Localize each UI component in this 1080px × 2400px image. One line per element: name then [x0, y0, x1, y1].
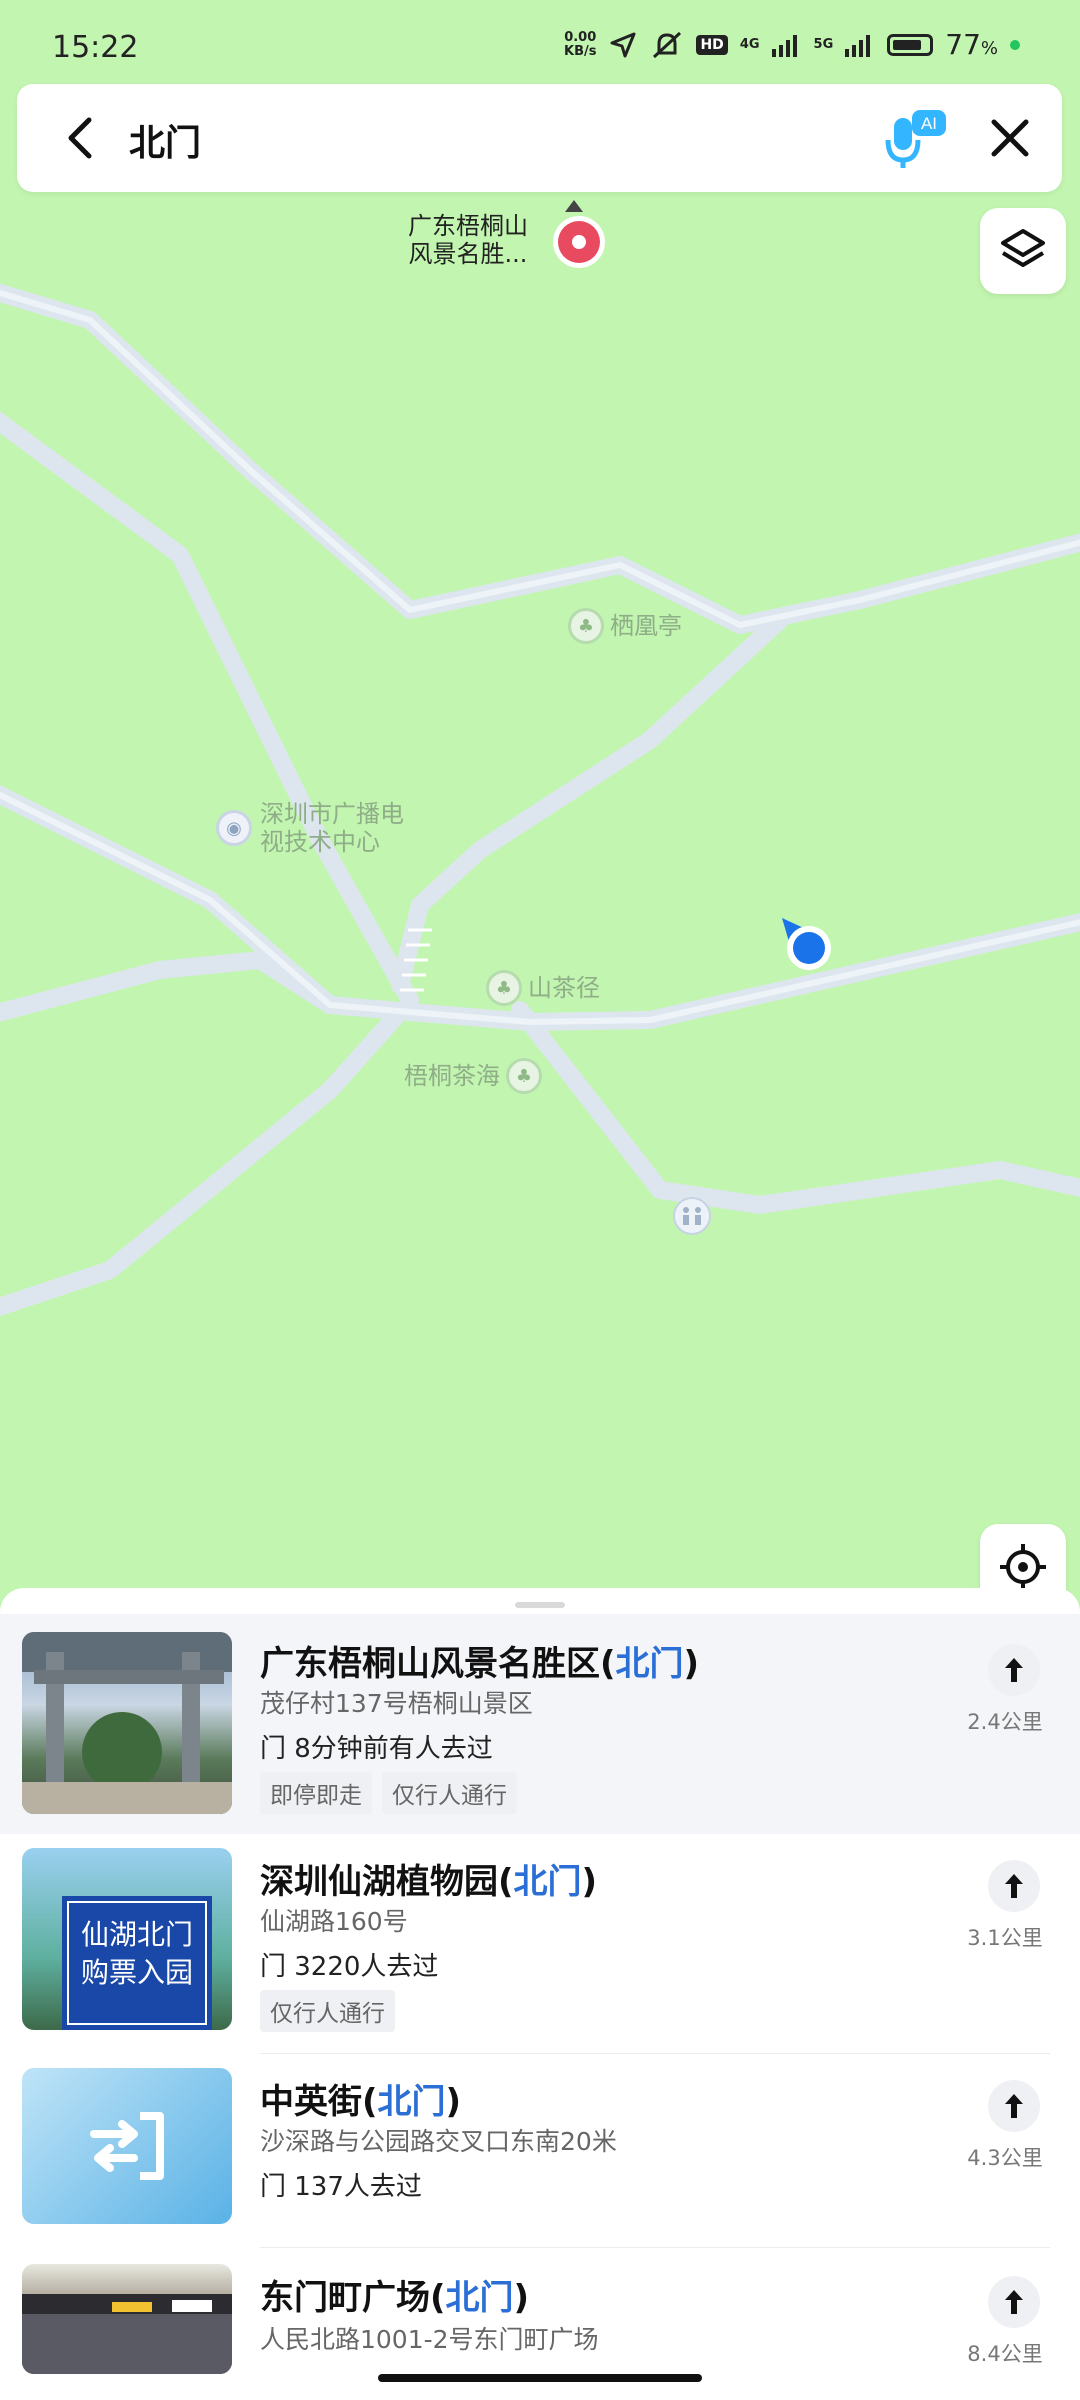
result-distance: 2.4公里: [967, 1710, 1043, 1734]
result-visit-info: 门 137人去过: [260, 2172, 422, 2202]
result-visit-info: 门 8分钟前有人去过: [260, 1734, 493, 1764]
charging-dot: [1010, 39, 1020, 50]
network-type-2: 5G: [813, 37, 834, 52]
result-address: 人民北路1001-2号东门町广场: [260, 2325, 599, 2354]
poi-qi-huang-ting-label: 栖凰亭: [610, 612, 682, 640]
destination-marker: [553, 200, 605, 268]
mall-photo: [22, 2294, 232, 2374]
result-thumbnail: 仙湖北门 购票入园: [22, 1848, 232, 2030]
status-bar: 15:22 0.00 KB/s HD 4G 5G 77%: [0, 0, 1080, 80]
poi-shan-cha-jing-label: 山茶径: [528, 974, 600, 1002]
poi-broadcast-center-label: 深圳市广播电 视技术中心: [260, 800, 404, 856]
route-arrow-icon: [1005, 2094, 1023, 2118]
restroom-icon: [673, 1197, 711, 1235]
result-item[interactable]: 仙湖北门 购票入园 深圳仙湖植物园(北门) 仙湖路160号 门 3220人去过 …: [0, 1834, 1080, 2054]
result-distance: 3.1公里: [967, 1926, 1043, 1950]
result-tag: 仅行人通行: [260, 1990, 395, 2032]
battery-icon: [887, 33, 934, 56]
battery-percent: 77%: [945, 28, 998, 61]
navigate-button[interactable]: [988, 2080, 1040, 2132]
poi-broadcast-center[interactable]: ◉ 深圳市广播电 视技术中心: [216, 800, 404, 856]
map-roads: [0, 200, 1080, 1317]
bell-muted-icon: [653, 31, 682, 58]
sheet-drag-handle[interactable]: [515, 1602, 565, 1608]
result-tag: 即停即走: [260, 1772, 372, 1814]
navigate-button[interactable]: [988, 1644, 1040, 1696]
tree-icon: ♣: [506, 1058, 542, 1094]
result-tags: 即停即走 仅行人通行: [260, 1772, 517, 1814]
poi-scenic-area[interactable]: 广东梧桐山 风景名胜...: [408, 212, 528, 268]
microphone-icon: AI: [885, 110, 946, 168]
poi-wu-tong-cha-hai-label: 梧桐茶海: [404, 1062, 500, 1090]
hd-badge: HD: [696, 34, 728, 55]
search-bar[interactable]: 北门 AI: [17, 84, 1062, 192]
result-distance: 8.4公里: [967, 2342, 1043, 2366]
poi-wu-tong-cha-hai[interactable]: 梧桐茶海 ♣: [404, 1058, 542, 1094]
signal-icon: [845, 34, 871, 57]
network-type-1: 4G: [739, 37, 760, 52]
search-query[interactable]: 北门: [129, 114, 201, 166]
result-title[interactable]: 中英街(北门): [260, 2074, 461, 2123]
result-item[interactable]: 广东梧桐山风景名胜区(北门) 茂仔村137号梧桐山景区 门 8分钟前有人去过 即…: [0, 1614, 1080, 1834]
result-visit-info: 门 3220人去过: [260, 1952, 439, 1982]
result-item[interactable]: 中英街(北门) 沙深路与公园路交叉口东南20米 门 137人去过 4.3公里: [0, 2054, 1080, 2248]
crosshair-icon: [1000, 1544, 1046, 1590]
back-arrow-icon[interactable]: [51, 108, 111, 168]
home-indicator[interactable]: [378, 2374, 702, 2382]
route-arrow-icon: [1005, 1874, 1023, 1898]
route-arrow-icon: [1005, 1658, 1023, 1682]
poi-scenic-area-label: 广东梧桐山 风景名胜...: [408, 212, 528, 268]
poi-shan-cha-jing[interactable]: ♣ 山茶径: [486, 970, 600, 1006]
gate-photo: [22, 1632, 232, 1814]
tree-icon: ♣: [486, 970, 522, 1006]
sign-text-1: 仙湖北门: [81, 1918, 193, 1951]
results-sheet[interactable]: 广东梧桐山风景名胜区(北门) 茂仔村137号梧桐山景区 门 8分钟前有人去过 即…: [0, 1588, 1080, 2400]
ai-badge-text: AI: [921, 114, 937, 133]
result-distance: 4.3公里: [967, 2146, 1043, 2170]
current-location-marker: [782, 918, 831, 970]
map-layers-button[interactable]: [980, 208, 1066, 294]
result-tags: 仅行人通行: [260, 1990, 395, 2032]
broadcast-tower-icon: ◉: [216, 810, 252, 846]
navigate-button[interactable]: [988, 1860, 1040, 1912]
map-view[interactable]: 广东梧桐山 风景名胜... ♣ 栖凰亭 ◉ 深圳市广播电 视技术中心 ♣ 山茶径…: [0, 0, 1080, 1620]
signal-icon: [771, 34, 797, 57]
result-title[interactable]: 东门町广场(北门): [260, 2270, 529, 2319]
navigate-button[interactable]: [988, 2276, 1040, 2328]
sign-photo: 仙湖北门 购票入园: [62, 1896, 212, 2030]
net-speed: 0.00 KB/s: [564, 29, 597, 59]
route-arrow-icon: [1005, 2290, 1023, 2314]
tree-icon: ♣: [568, 608, 604, 644]
result-thumbnail: [22, 2068, 232, 2224]
voice-ai-button[interactable]: AI: [882, 104, 952, 174]
status-time: 15:22: [52, 30, 139, 65]
layers-icon: [1001, 229, 1045, 267]
result-title[interactable]: 深圳仙湖植物园(北门): [260, 1854, 597, 1903]
result-address: 茂仔村137号梧桐山景区: [260, 1689, 533, 1718]
result-thumbnail: [22, 1632, 232, 1814]
result-thumbnail: [22, 2264, 232, 2374]
sign-text-2: 购票入园: [81, 1956, 193, 1989]
result-title[interactable]: 广东梧桐山风景名胜区(北门): [260, 1636, 699, 1685]
result-address: 沙深路与公园路交叉口东南20米: [260, 2127, 617, 2156]
close-icon[interactable]: [978, 106, 1042, 170]
poi-qi-huang-ting[interactable]: ♣ 栖凰亭: [568, 608, 682, 644]
location-arrow-icon: [610, 32, 636, 57]
result-tag: 仅行人通行: [382, 1772, 517, 1814]
result-address: 仙湖路160号: [260, 1907, 408, 1936]
entrance-icon: [90, 2112, 164, 2180]
